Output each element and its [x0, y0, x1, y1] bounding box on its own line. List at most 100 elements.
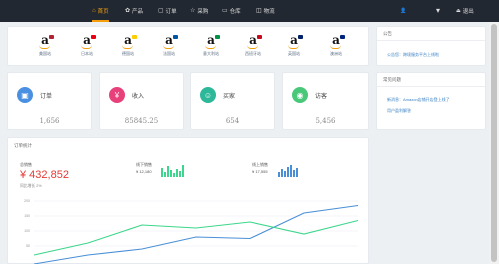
marketplace-label: 西班牙站 [245, 51, 261, 56]
series-line-1 [33, 219, 359, 256]
marketplace-fr[interactable]: a 法国站 [156, 34, 182, 57]
flag-icon [215, 35, 220, 39]
scrollbar[interactable] [489, 22, 499, 264]
stat-card-visitors[interactable]: ◉ 访客 5,456 [282, 72, 369, 130]
amazon-logo-icon: a [79, 34, 96, 49]
nav-purchase[interactable]: ☆ 采购 [190, 0, 208, 22]
orders-stats-panel: 订单统计 总销售 ¥ 432,852 同比增长 2% 线下销售 ¥ 12,180… [7, 137, 369, 264]
amazon-logo-icon: a [203, 34, 220, 49]
offline-mini-chart [161, 165, 184, 177]
announcement-title: 公告 [377, 27, 485, 41]
flag-icon [173, 35, 178, 39]
marketplace-label: 美国站 [39, 51, 51, 56]
logout-label: 退出 [462, 9, 474, 15]
offline-sales-label: 线下销售 [136, 162, 152, 167]
nav-label: 首页 [97, 9, 109, 15]
nav-label: 订单 [165, 9, 177, 15]
online-sales-value: ¥ 17,555 [252, 169, 268, 174]
marketplace-label: 英国站 [288, 51, 300, 56]
total-sales-label: 总销售 [20, 162, 32, 167]
amazon-logo-icon: a [286, 34, 303, 49]
y-tick-label: 50 [26, 244, 30, 248]
flag-icon [91, 35, 96, 39]
stat-card-revenue[interactable]: ¥ 收入 85845.25 [99, 72, 184, 130]
warehouse-icon: ▭ [222, 8, 228, 14]
nav-products[interactable]: ✿ 产品 [125, 0, 143, 22]
nav-orders[interactable]: ▢ 订单 [158, 0, 177, 22]
marketplace-de[interactable]: a 德国站 [115, 34, 141, 57]
marketplace-it[interactable]: a 意大利站 [198, 34, 224, 57]
scrollbar-thumb[interactable] [491, 24, 497, 262]
marketplace-es[interactable]: a 西班牙站 [240, 34, 266, 57]
amazon-logo-icon: a [37, 34, 54, 49]
stat-label: 买家 [223, 94, 236, 100]
nav-label: 产品 [132, 9, 144, 15]
amazon-logo-icon: a [328, 34, 345, 49]
section-title: 订单统计 [14, 143, 32, 148]
stat-value: 5,456 [315, 117, 336, 125]
flag-icon [257, 35, 262, 39]
marketplace-label: 德国站 [122, 51, 134, 56]
user-icon: 👤 [400, 7, 407, 14]
amazon-logo-icon: a [161, 34, 178, 49]
offline-sales-value: ¥ 12,180 [136, 169, 152, 174]
stat-value: 1,656 [39, 117, 60, 125]
flag-icon [49, 35, 54, 39]
eye-icon: ◉ [292, 87, 308, 103]
stat-card-orders[interactable]: ▣ 订单 1,656 [7, 72, 92, 130]
amazon-logo-icon: a [245, 34, 262, 49]
top-navbar: ⌂ 首页 ✿ 产品 ▢ 订单 ☆ 采购 ▭ 仓库 ◫ 物流 👤 ▾ ⏏ 退出 [0, 0, 499, 22]
marketplace-jp[interactable]: a 日本站 [74, 34, 100, 57]
user-dropdown[interactable]: ▾ [436, 0, 440, 22]
stat-value: 654 [225, 117, 240, 125]
amazon-logo-icon: a [120, 34, 137, 49]
faq-link[interactable]: 用户盈利解答 [387, 108, 411, 114]
orders-icon: ▢ [158, 8, 164, 14]
marketplace-label: 法国站 [163, 51, 175, 56]
yen-icon: ¥ [109, 87, 125, 103]
home-icon: ⌂ [92, 8, 96, 14]
faq-link[interactable]: 新消息：Amazon店铺开店登上线了 [387, 97, 450, 103]
online-mini-chart [278, 165, 298, 177]
marketplace-au[interactable]: a 澳洲站 [323, 34, 349, 57]
marketplace-label: 日本站 [81, 51, 93, 56]
marketplace-uk[interactable]: a 英国站 [281, 34, 307, 57]
stat-label: 访客 [315, 94, 328, 100]
marketplace-label: 澳洲站 [330, 51, 342, 56]
user-button[interactable]: 👤 [400, 0, 406, 22]
faq-title: 常见问题 [377, 73, 485, 87]
nav-logistics[interactable]: ◫ 物流 [256, 0, 275, 22]
products-icon: ✿ [125, 8, 131, 14]
nav-home[interactable]: ⌂ 首页 [92, 0, 109, 22]
sales-line-chart: 50 100 150 200 [24, 199, 359, 264]
logistics-icon: ◫ [256, 8, 262, 14]
announcement-link[interactable]: 公告您：跨境服务平台上线啦 [387, 52, 439, 58]
flag-icon [298, 35, 303, 39]
faq-panel: 常见问题 新消息：Amazon店铺开店登上线了 用户盈利解答 [376, 72, 486, 130]
purchase-icon: ☆ [190, 8, 196, 14]
nav-warehouse[interactable]: ▭ 仓库 [222, 0, 241, 22]
total-sales-value: ¥ 432,852 [20, 169, 69, 181]
chevron-down-icon: ▾ [436, 6, 441, 15]
stat-label: 订单 [40, 94, 53, 100]
user-icon: ☺ [200, 87, 216, 103]
nav-label: 物流 [263, 9, 275, 15]
logout-button[interactable]: ⏏ 退出 [456, 0, 474, 22]
y-tick-label: 200 [24, 199, 30, 203]
logout-icon: ⏏ [456, 7, 461, 14]
marketplace-us[interactable]: a 美国站 [32, 34, 58, 57]
nav-label: 采购 [197, 9, 209, 15]
flag-icon [132, 35, 137, 39]
stat-card-buyers[interactable]: ☺ 买家 654 [190, 72, 275, 130]
y-tick-label: 150 [24, 214, 30, 218]
marketplace-label: 意大利站 [203, 51, 219, 56]
y-tick-label: 100 [24, 229, 30, 233]
shopping-bag-icon: ▣ [17, 87, 33, 103]
growth-text: 同比增长 2% [20, 184, 42, 188]
announcement-panel: 公告 公告您：跨境服务平台上线啦 [376, 26, 486, 66]
series-line-0 [33, 204, 359, 264]
flag-icon [340, 35, 345, 39]
marketplace-panel: a 美国站 a 日本站 a 德国站 a 法国站 a 意大利站 a 西班牙站 a … [7, 26, 369, 66]
stat-value: 85845.25 [124, 117, 159, 125]
online-sales-label: 线上销售 [252, 162, 268, 167]
